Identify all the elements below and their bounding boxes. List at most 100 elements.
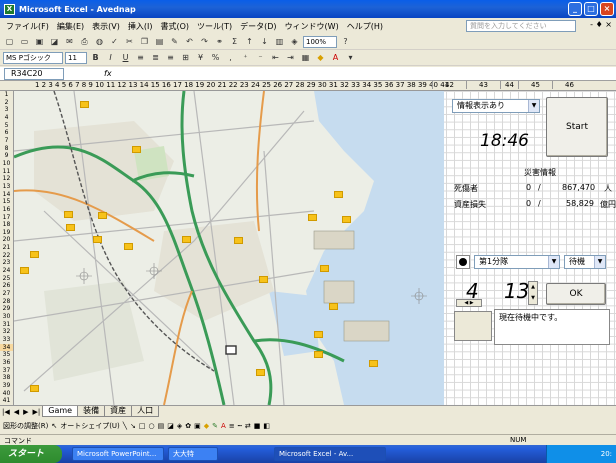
row-header[interactable]: 16 [0, 206, 13, 214]
line-color-icon[interactable]: ✎ [212, 422, 218, 430]
incident-marker[interactable] [256, 369, 265, 376]
chevron-down-icon[interactable]: ▼ [548, 256, 559, 268]
info-display-select[interactable]: 情報表示あり ▼ [452, 99, 540, 113]
row-header[interactable]: 19 [0, 229, 13, 237]
incident-marker[interactable] [93, 236, 102, 243]
incident-marker[interactable] [259, 276, 268, 283]
tab-scroll-first-icon[interactable]: |◀ [0, 408, 12, 416]
font-color-icon[interactable]: A [221, 422, 226, 430]
zoom-select[interactable]: 100% [303, 35, 337, 48]
incident-marker[interactable] [66, 224, 75, 231]
select-pointer-icon[interactable]: ↖ [51, 422, 57, 430]
drawing-icon[interactable]: ◈ [288, 36, 301, 48]
unit-select[interactable]: 第1分隊 ▼ [474, 255, 560, 269]
print-icon[interactable]: ⎙ [78, 36, 91, 48]
menu-help[interactable]: ヘルプ(H) [343, 21, 387, 32]
worksheet-grid[interactable]: 情報表示あり ▼ Start 18:46 災害情報 死傷者 0 / 867,47… [14, 91, 616, 405]
close-button[interactable]: × [600, 2, 614, 16]
row-header[interactable]: 12 [0, 175, 13, 183]
row-header[interactable]: 40 [0, 390, 13, 398]
incident-marker[interactable] [30, 385, 39, 392]
cut-icon[interactable]: ✂ [123, 36, 136, 48]
underline-icon[interactable]: U [119, 52, 132, 64]
minimize-button[interactable]: _ [568, 2, 582, 16]
undo-icon[interactable]: ↶ [183, 36, 196, 48]
row-header[interactable]: 18 [0, 221, 13, 229]
arrow-icon[interactable]: ↘ [130, 422, 136, 430]
row-header[interactable]: 29 [0, 305, 13, 313]
menu-file[interactable]: ファイル(F) [2, 21, 53, 32]
column-header-44[interactable]: 44 [500, 81, 518, 89]
row-header[interactable]: 17 [0, 214, 13, 222]
tab-scroll-next-icon[interactable]: ▶ [21, 408, 30, 416]
oval-icon[interactable]: ○ [149, 422, 155, 430]
city-map[interactable] [14, 91, 444, 405]
dash-style-icon[interactable]: ┅ [238, 422, 242, 430]
incident-marker[interactable] [314, 351, 323, 358]
font-color-icon[interactable]: A [329, 52, 342, 64]
row-header[interactable]: 30 [0, 313, 13, 321]
row-header[interactable]: 2 [0, 99, 13, 107]
row-header[interactable]: 20 [0, 236, 13, 244]
incident-marker[interactable] [234, 237, 243, 244]
row-header[interactable]: 14 [0, 191, 13, 199]
permission-icon[interactable]: ◪ [48, 36, 61, 48]
row-header[interactable]: 26 [0, 282, 13, 290]
currency-icon[interactable]: ¥ [194, 52, 207, 64]
row-header[interactable]: 6 [0, 129, 13, 137]
row-header[interactable]: 37 [0, 367, 13, 375]
name-box[interactable]: R34C20 [4, 67, 64, 80]
incident-marker[interactable] [329, 303, 338, 310]
incident-marker[interactable] [182, 236, 191, 243]
arrow-style-icon[interactable]: ⇄ [245, 422, 251, 430]
row-header[interactable]: 9 [0, 152, 13, 160]
task-excel[interactable]: Microsoft Excel - Av... [274, 447, 386, 461]
system-tray-clock[interactable]: 20: [546, 445, 616, 463]
row-header[interactable]: 38 [0, 374, 13, 382]
format-painter-icon[interactable]: ✎ [168, 36, 181, 48]
row-header[interactable]: 34 [0, 343, 13, 352]
hyperlink-icon[interactable]: ⚭ [213, 36, 226, 48]
merge-center-icon[interactable]: ⊞ [179, 52, 192, 64]
unit-radio[interactable] [456, 255, 470, 269]
mode-select[interactable]: 待機 ▼ [564, 255, 606, 269]
increase-decimal-icon[interactable]: ⁺ [239, 52, 252, 64]
fill-color-icon[interactable]: ◆ [314, 52, 327, 64]
spelling-icon[interactable]: ✓ [108, 36, 121, 48]
wordart-icon[interactable]: ◪ [167, 422, 174, 430]
help-question-input[interactable]: 質問を入力してください [466, 20, 576, 32]
tab-assets[interactable]: 資産 [105, 406, 133, 417]
extra-tools-icon[interactable]: ▾ [344, 52, 357, 64]
font-size-select[interactable]: 11 [65, 51, 87, 64]
window-titlebar[interactable]: X Microsoft Excel - Avednap _ □ × [0, 0, 616, 18]
menu-data[interactable]: データ(D) [236, 21, 280, 32]
menu-view[interactable]: 表示(V) [88, 21, 124, 32]
row-header[interactable]: 1 [0, 91, 13, 99]
autoshape-menu[interactable]: オートシェイプ(U) [60, 421, 120, 431]
row-header[interactable]: 39 [0, 382, 13, 390]
open-folder-icon[interactable]: ▭ [18, 36, 31, 48]
row-header[interactable]: 3 [0, 106, 13, 114]
shadow-icon[interactable]: ■ [254, 422, 261, 430]
picture-icon[interactable]: ▣ [194, 422, 201, 430]
incident-marker[interactable] [30, 251, 39, 258]
borders-icon[interactable]: ▦ [299, 52, 312, 64]
chart-wizard-icon[interactable]: ▥ [273, 36, 286, 48]
increase-indent-icon[interactable]: ⇥ [284, 52, 297, 64]
x-spinner[interactable]: ◀ ▶ [456, 299, 482, 307]
column-header-45[interactable]: 45 [518, 81, 552, 89]
chevron-down-icon[interactable]: ▼ [528, 100, 539, 112]
copy-icon[interactable]: ❐ [138, 36, 151, 48]
decrease-indent-icon[interactable]: ⇤ [269, 52, 282, 64]
row-header[interactable]: 33 [0, 336, 13, 344]
row-header[interactable]: 32 [0, 328, 13, 336]
column-header-43[interactable]: 43 [466, 81, 500, 89]
fill-color-icon[interactable]: ◆ [204, 422, 209, 430]
menu-window[interactable]: ウィンドウ(W) [281, 21, 343, 32]
decrease-decimal-icon[interactable]: ⁻ [254, 52, 267, 64]
row-header[interactable]: 13 [0, 183, 13, 191]
row-header[interactable]: 15 [0, 198, 13, 206]
chevron-down-icon[interactable]: ▼ [594, 256, 605, 268]
new-file-icon[interactable]: ▢ [3, 36, 16, 48]
incident-marker[interactable] [124, 243, 133, 250]
